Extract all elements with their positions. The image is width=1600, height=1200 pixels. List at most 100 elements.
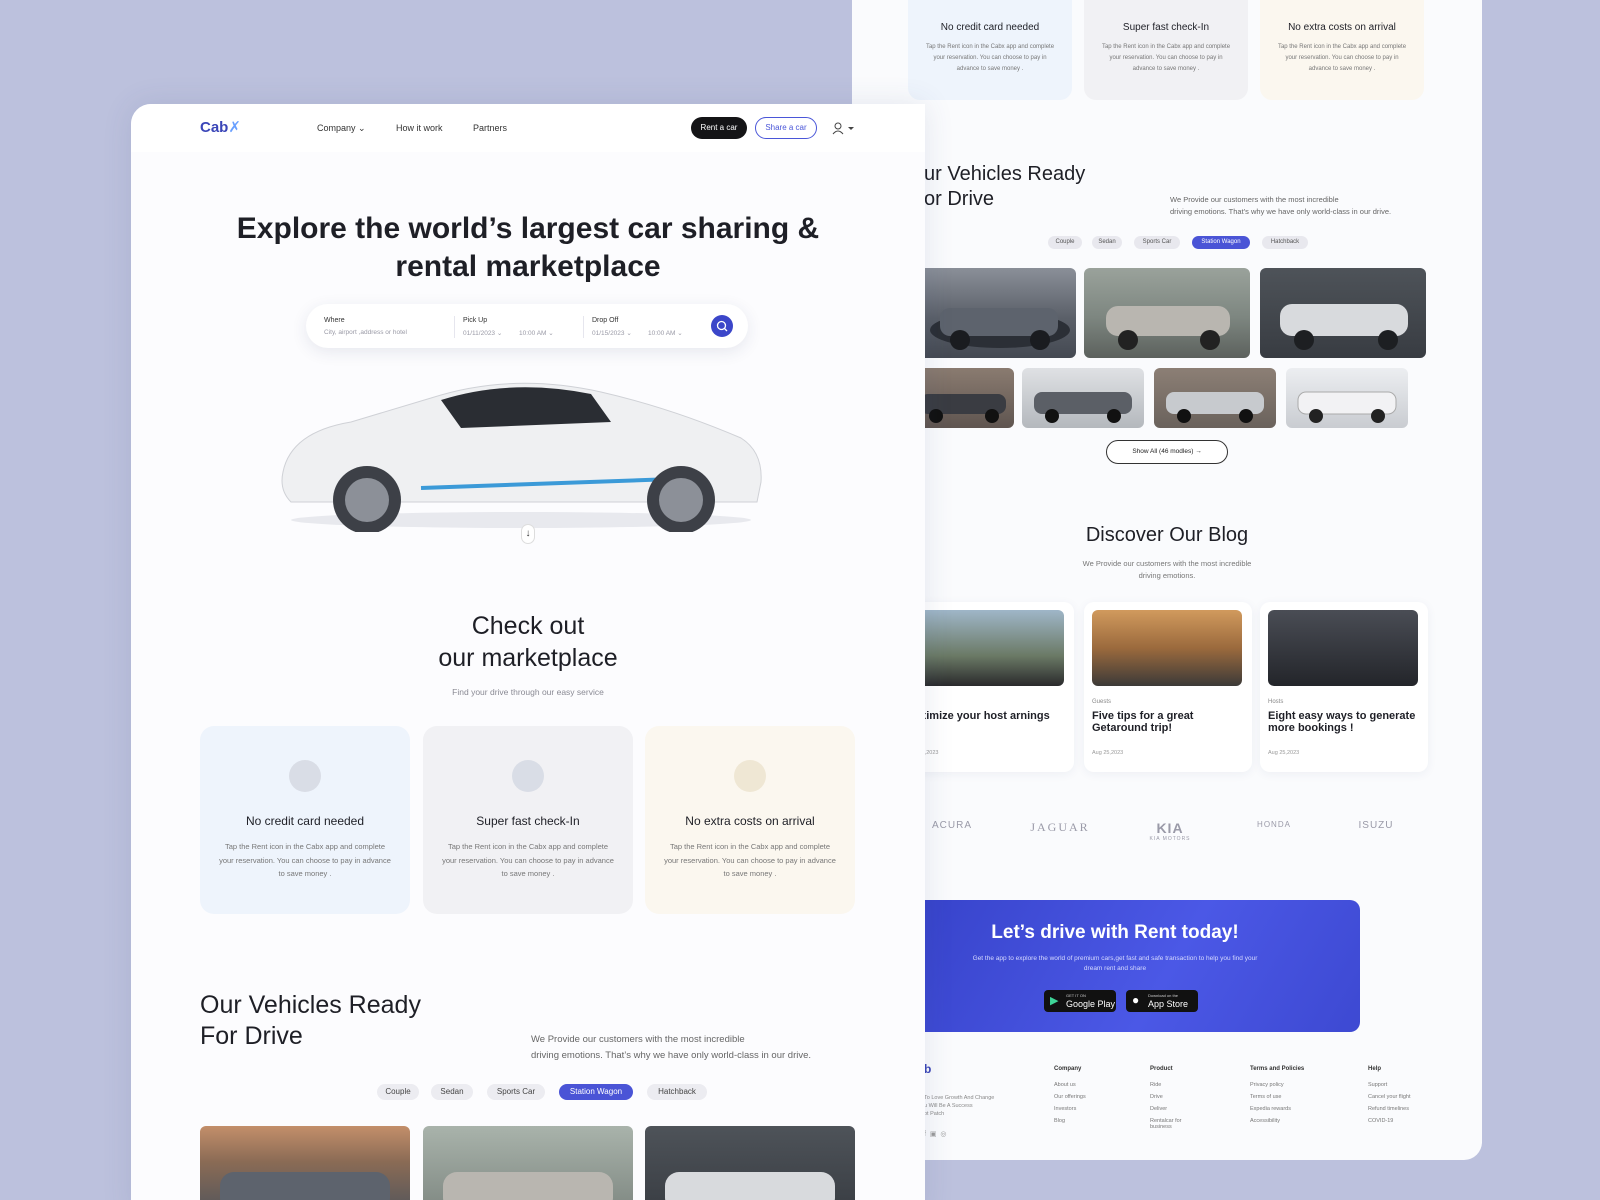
pickup-label: Pick Up bbox=[463, 317, 488, 324]
vehicle-photo[interactable] bbox=[1286, 368, 1408, 428]
vehicle-photo[interactable] bbox=[1022, 368, 1144, 428]
clock-check-icon bbox=[512, 760, 544, 792]
chip-station-wagon[interactable]: Station Wagon bbox=[559, 1084, 633, 1100]
vehicle-photo[interactable] bbox=[423, 1126, 633, 1200]
footer-heading: Help bbox=[1368, 1066, 1382, 1072]
brand-logo-jaguar: JAGUAR bbox=[1030, 820, 1090, 834]
footer-link[interactable]: Expedia rewards bbox=[1250, 1106, 1291, 1112]
blog-tag: Hosts bbox=[1268, 699, 1284, 705]
footer-link[interactable]: Privacy policy bbox=[1250, 1082, 1284, 1088]
blog-post-title[interactable]: Eight easy ways to generate more booking… bbox=[1268, 710, 1418, 734]
vehicles-title: Our Vehicles Ready For Drive bbox=[200, 991, 421, 1050]
footer-link[interactable]: Investors bbox=[1054, 1106, 1076, 1112]
google-play-button[interactable]: ▶ GET IT ON Google Play bbox=[1044, 990, 1116, 1012]
share-a-car-button[interactable]: Share a car bbox=[755, 117, 817, 139]
vehicles-description: We Provide our customers with the most i… bbox=[531, 1034, 812, 1061]
blog-card[interactable]: Hosts Eight easy ways to generate more b… bbox=[1260, 602, 1428, 772]
pickup-date[interactable]: 01/11/2023 ⌄ bbox=[463, 329, 502, 337]
vehicle-photo[interactable] bbox=[1154, 368, 1276, 428]
footer-link[interactable]: Accessibility bbox=[1250, 1118, 1280, 1124]
blog-subtitle: We Provide our customers with the most i… bbox=[1082, 559, 1252, 580]
feature-card: Super fast check-In Tap the Rent icon in… bbox=[1084, 0, 1248, 100]
divider bbox=[583, 316, 584, 338]
blog-post-title[interactable]: aximize your host arnings bbox=[914, 710, 1064, 722]
blog-card[interactable]: Guests Five tips for a great Getaround t… bbox=[1084, 602, 1252, 772]
nav-how-it-work[interactable]: How it work bbox=[396, 123, 443, 133]
vehicle-photo[interactable] bbox=[645, 1126, 855, 1200]
vehicles-heading: ur Vehicles Ready or Drive bbox=[924, 163, 1086, 210]
blog-image bbox=[914, 610, 1064, 686]
arrow-right-icon: → bbox=[1195, 448, 1202, 455]
chip-hatchback[interactable]: Hatchback bbox=[647, 1084, 707, 1100]
instagram-icon[interactable]: ◎ bbox=[940, 1131, 946, 1138]
app-store-button[interactable]: ● Download on the App Store bbox=[1126, 990, 1198, 1012]
linkedin-icon[interactable]: ▣ bbox=[930, 1131, 937, 1138]
footer-heading: Terms and Policies bbox=[1250, 1066, 1305, 1072]
right-preview-panel: No credit card needed Tap the Rent icon … bbox=[852, 0, 1482, 1160]
footer-link[interactable]: Terms of use bbox=[1250, 1094, 1281, 1100]
cta-title: Let’s drive with Rent today! bbox=[991, 922, 1239, 943]
apple-icon: ● bbox=[1132, 993, 1140, 1007]
chip-station-wagon[interactable]: Station Wagon bbox=[1192, 236, 1250, 249]
feature-title: No extra costs on arrival bbox=[1288, 22, 1396, 33]
feature-title: Super fast check-In bbox=[1122, 22, 1210, 33]
footer-link[interactable]: Cancel your flight bbox=[1368, 1094, 1411, 1100]
footer-link[interactable]: Drive bbox=[1150, 1094, 1163, 1100]
brand-logo[interactable]: Cab✗ bbox=[200, 118, 241, 136]
chip-couple[interactable]: Couple bbox=[1048, 236, 1082, 249]
dropoff-time[interactable]: 10:00 AM ⌄ bbox=[648, 329, 683, 337]
footer-link[interactable]: COVID-19 bbox=[1368, 1118, 1393, 1124]
dropoff-label: Drop Off bbox=[592, 317, 619, 324]
blog-card[interactable]: sts aximize your host arnings g 25,2023 bbox=[906, 602, 1074, 772]
blog-date: Aug 25,2023 bbox=[1268, 750, 1300, 756]
vehicle-photo[interactable] bbox=[910, 268, 1076, 358]
chip-sedan[interactable]: Sedan bbox=[431, 1084, 473, 1100]
main-page-panel: Cab✗ Company ⌄ How it work Partners Rent… bbox=[131, 104, 925, 1200]
search-bar: Where City, airport ,address or hotel Pi… bbox=[306, 304, 748, 348]
vehicle-photo[interactable] bbox=[200, 1126, 410, 1200]
feature-title: No credit card needed bbox=[940, 22, 1040, 33]
chip-hatchback[interactable]: Hatchback bbox=[1262, 236, 1308, 249]
chevron-down-icon: ⌄ bbox=[358, 123, 366, 133]
feature-desc: Tap the Rent icon in the Cabx app and co… bbox=[1101, 44, 1231, 72]
chip-sedan[interactable]: Sedan bbox=[1092, 236, 1122, 249]
feature-desc: Tap the Rent icon in the Cabx app and co… bbox=[442, 842, 614, 878]
show-all-button[interactable]: Show All (46 modles) → bbox=[1106, 440, 1228, 464]
nav-company[interactable]: Company ⌄ bbox=[317, 123, 366, 134]
footer-link[interactable]: Ride bbox=[1150, 1082, 1161, 1088]
vehicle-photo[interactable] bbox=[1084, 268, 1250, 358]
search-button[interactable] bbox=[711, 315, 733, 337]
footer-link[interactable]: Support bbox=[1368, 1082, 1387, 1088]
top-nav: Cab✗ Company ⌄ How it work Partners Rent… bbox=[131, 104, 925, 152]
rent-a-car-button[interactable]: Rent a car bbox=[691, 117, 747, 139]
cta-description: Get the app to explore the world of prem… bbox=[972, 955, 1258, 972]
vehicle-photo[interactable] bbox=[1260, 268, 1426, 358]
brand-logo-isuzu: ISUZU bbox=[1358, 820, 1394, 831]
hero-car-image bbox=[271, 362, 771, 534]
hero-title: Explore the world’s largest car sharing … bbox=[236, 212, 820, 283]
chip-couple[interactable]: Couple bbox=[377, 1084, 419, 1100]
footer-link[interactable]: Blog bbox=[1054, 1118, 1065, 1124]
footer-link[interactable]: Rentalcar for business bbox=[1150, 1118, 1196, 1130]
dropoff-date[interactable]: 01/15/2023 ⌄ bbox=[592, 329, 632, 337]
scroll-down-icon[interactable]: ↓ bbox=[521, 524, 535, 544]
where-input[interactable]: City, airport ,address or hotel bbox=[324, 329, 407, 336]
nav-partners[interactable]: Partners bbox=[473, 123, 507, 133]
blog-tag: Guests bbox=[1092, 699, 1112, 705]
footer-link[interactable]: Refund timelines bbox=[1368, 1106, 1409, 1112]
footer-link[interactable]: Deliver bbox=[1150, 1106, 1167, 1112]
footer-heading: Product bbox=[1150, 1066, 1173, 1072]
social-icons[interactable]: f ▣ ◎ bbox=[924, 1130, 946, 1138]
account-menu[interactable] bbox=[831, 120, 857, 136]
chip-sports-car[interactable]: Sports Car bbox=[1134, 236, 1180, 249]
blog-date: Aug 25,2023 bbox=[1092, 750, 1124, 756]
divider bbox=[454, 316, 455, 338]
feature-card: No extra costs on arrival Tap the Rent i… bbox=[645, 726, 855, 914]
chip-sports-car[interactable]: Sports Car bbox=[487, 1084, 545, 1100]
footer-link[interactable]: Our offerings bbox=[1054, 1094, 1086, 1100]
vehicle-photo[interactable] bbox=[910, 368, 1014, 428]
pickup-time[interactable]: 10:00 AM ⌄ bbox=[519, 329, 554, 337]
footer-logo[interactable]: b bbox=[924, 1062, 931, 1076]
footer-link[interactable]: About us bbox=[1054, 1082, 1076, 1088]
blog-post-title[interactable]: Five tips for a great Getaround trip! bbox=[1092, 710, 1242, 734]
